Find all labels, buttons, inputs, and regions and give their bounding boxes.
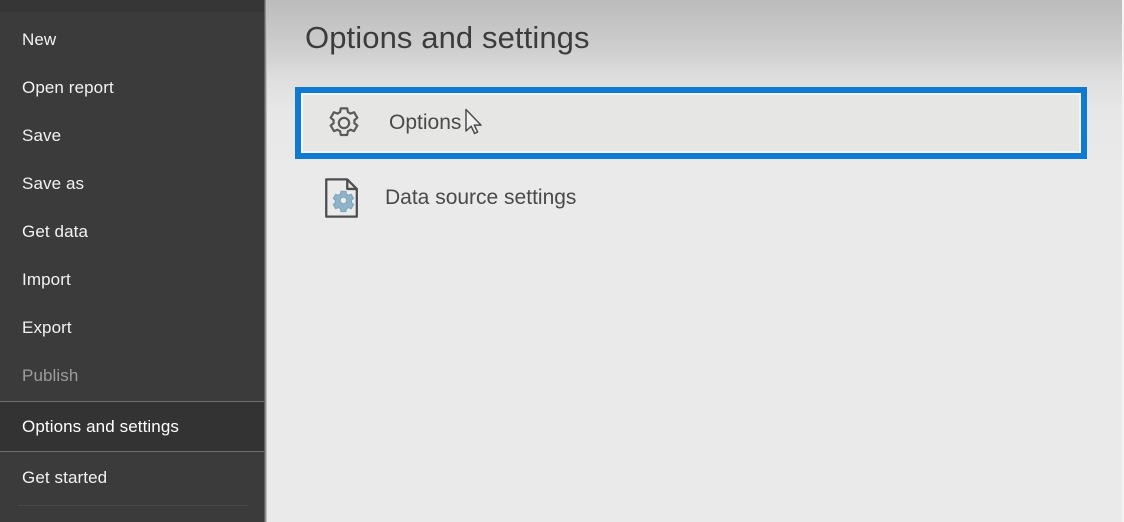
- sidebar-item-label: New: [22, 30, 57, 49]
- sidebar-item-import[interactable]: Import: [0, 256, 266, 304]
- data-source-settings-label: Data source settings: [385, 186, 577, 209]
- sidebar-item-get-started[interactable]: Get started: [0, 454, 266, 502]
- sidebar-item-save-as[interactable]: Save as: [0, 160, 266, 208]
- power-bi-file-backstage: New Open report Save Save as Get data Im…: [0, 0, 1124, 522]
- data-source-settings-entry[interactable]: Data source settings: [301, 168, 1081, 228]
- gear-icon: [325, 104, 363, 142]
- sidebar-item-get-data[interactable]: Get data: [0, 208, 266, 256]
- sidebar-item-label: Open report: [22, 78, 114, 97]
- page-title: Options and settings: [305, 20, 590, 55]
- sidebar-top-band: [0, 0, 266, 12]
- sidebar-item-publish: Publish: [0, 352, 266, 400]
- sidebar: New Open report Save Save as Get data Im…: [0, 0, 267, 522]
- main-content: Options and settings Options Data source…: [267, 0, 1124, 522]
- options-entry[interactable]: Options: [295, 87, 1087, 159]
- sidebar-item-label: Save as: [22, 174, 85, 193]
- sidebar-item-label: Get started: [22, 468, 108, 487]
- sidebar-item-label: Import: [22, 270, 71, 289]
- options-entry-inner: Options: [301, 93, 1081, 153]
- options-entry-label: Options: [389, 111, 462, 134]
- sidebar-item-label: Export: [22, 318, 72, 337]
- sidebar-divider: [18, 505, 248, 506]
- sidebar-item-save[interactable]: Save: [0, 112, 266, 160]
- sidebar-item-options-and-settings[interactable]: Options and settings: [0, 401, 266, 452]
- sidebar-item-label: Get data: [22, 222, 89, 241]
- sidebar-item-label: Options and settings: [22, 416, 179, 436]
- sidebar-item-new[interactable]: New: [0, 16, 266, 64]
- document-gear-icon: [321, 176, 363, 220]
- sidebar-item-label: Publish: [22, 366, 79, 385]
- sidebar-item-label: Save: [22, 126, 62, 145]
- sidebar-item-export[interactable]: Export: [0, 304, 266, 352]
- sidebar-item-open-report[interactable]: Open report: [0, 64, 266, 112]
